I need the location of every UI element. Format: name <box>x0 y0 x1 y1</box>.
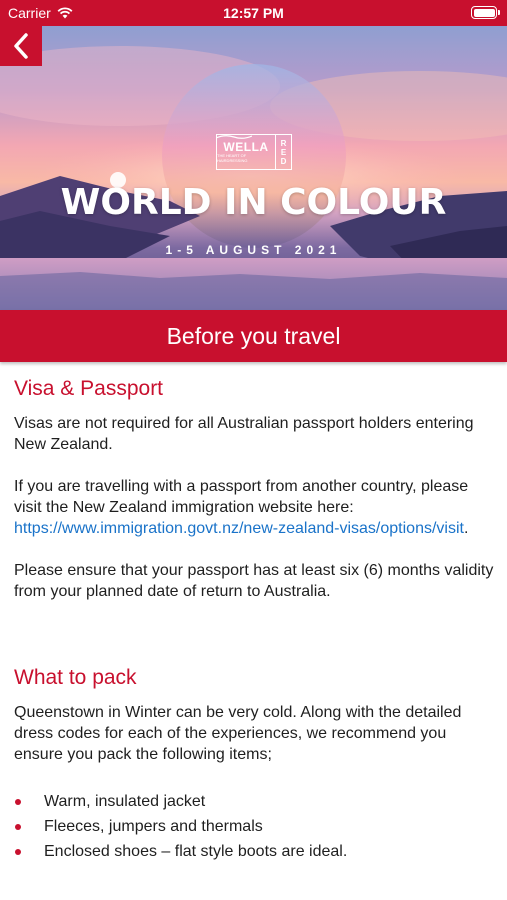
visa-other-country-paragraph: If you are travelling with a passport fr… <box>14 476 494 539</box>
logo-red-box: R E D <box>276 134 292 170</box>
logo-brand: WELLA <box>223 140 269 154</box>
chevron-left-icon <box>14 33 28 59</box>
list-item: Warm, insulated jacket <box>14 789 494 814</box>
pack-intro-paragraph: Queenstown in Winter can be very cold. A… <box>14 704 462 763</box>
wella-red-logo: WELLA THE HEART OF HAIRDRESSING R E D <box>216 134 296 170</box>
visa-paragraph-end: . <box>463 520 469 537</box>
list-item-label: Enclosed shoes – flat style boots are id… <box>44 843 348 860</box>
visa-heading: Visa & Passport <box>14 377 164 400</box>
status-bar: Carrier 12:57 PM <box>0 0 507 26</box>
logo-tagline: THE HEART OF HAIRDRESSING <box>217 153 248 163</box>
wave-icon <box>216 135 252 139</box>
passport-validity-paragraph: Please ensure that your passport has at … <box>14 562 494 600</box>
back-button[interactable] <box>0 26 42 66</box>
wella-logo-box: WELLA THE HEART OF HAIRDRESSING <box>216 134 276 170</box>
logo-red-letter: E <box>280 147 287 157</box>
list-item-label: Warm, insulated jacket <box>44 793 206 810</box>
bullet-icon <box>15 799 21 805</box>
list-item: Fleeces, jumpers and thermals <box>14 814 494 839</box>
pack-list: Warm, insulated jacket Fleeces, jumpers … <box>14 789 494 864</box>
section-banner: Before you travel <box>0 310 507 362</box>
pack-heading: What to pack <box>14 666 137 689</box>
bullet-icon <box>15 849 21 855</box>
status-time: 12:57 PM <box>223 5 284 21</box>
page-content: Visa & Passport Visas are not required f… <box>14 362 494 864</box>
visa-paragraph-text: If you are travelling with a passport fr… <box>14 478 469 516</box>
hero-title: WORLD IN COLOUR <box>60 182 447 223</box>
list-item: Enclosed shoes – flat style boots are id… <box>14 839 494 864</box>
bullet-icon <box>15 824 21 830</box>
logo-red-letter: D <box>280 156 287 166</box>
battery-icon <box>471 6 500 19</box>
hero-dates: 1-5 AUGUST 2021 <box>165 243 342 257</box>
list-item-label: Fleeces, jumpers and thermals <box>44 818 263 835</box>
immigration-link[interactable]: https://www.immigration.govt.nz/new-zeal… <box>14 520 464 537</box>
visa-paragraph: Visas are not required for all Australia… <box>14 415 474 453</box>
logo-red-letter: R <box>280 138 287 148</box>
hero-image: WELLA THE HEART OF HAIRDRESSING R E D WO… <box>0 26 507 310</box>
